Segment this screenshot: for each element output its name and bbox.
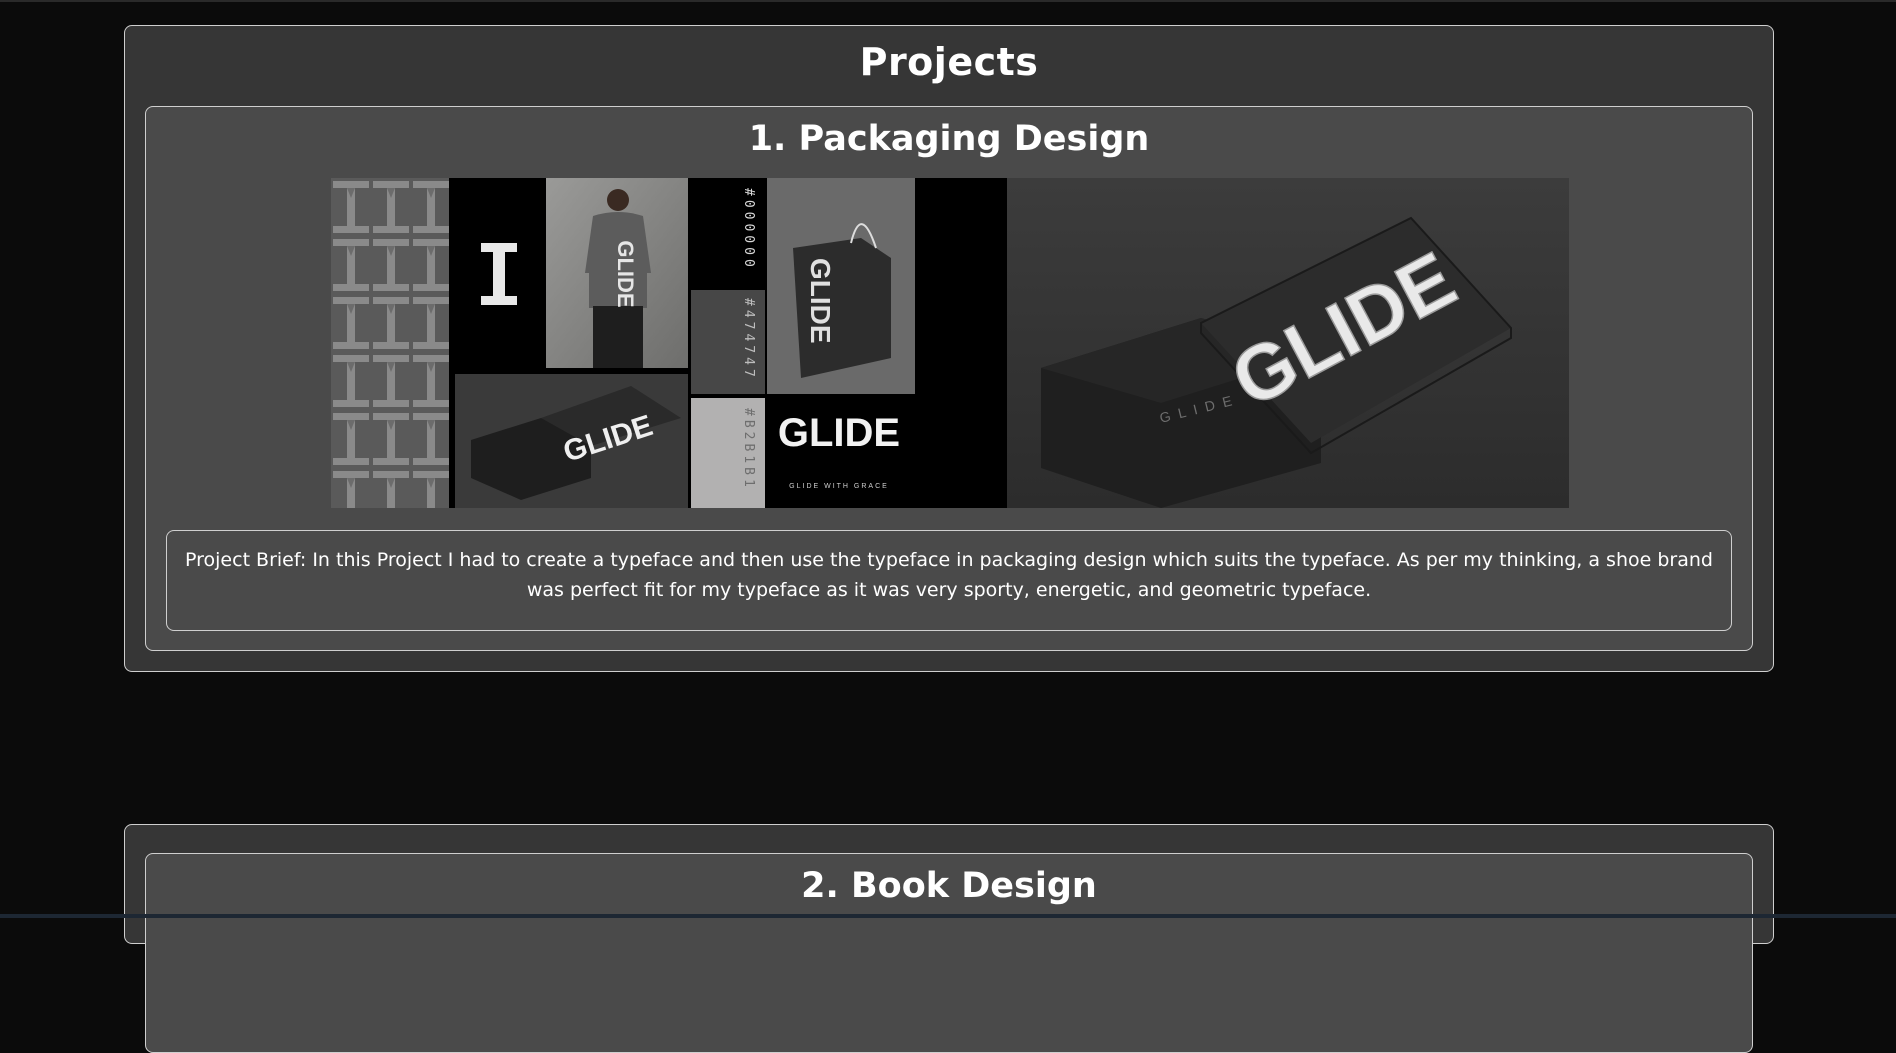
projects-section-2: 2. Book Design [124, 824, 1774, 1053]
window-bottom-edge [0, 914, 1896, 918]
project-card-packaging: 1. Packaging Design GLIDE #000000 #47474… [145, 106, 1753, 651]
projects-section: Projects 1. Packaging Design GLIDE #0000… [124, 25, 1774, 672]
color-swatches: #000000 #474747 #B2B1B1 [741, 188, 756, 491]
project-image-gallery: GLIDE #000000 #474747 #B2B1B1 GLIDE GLID… [331, 178, 1569, 508]
pattern-strip [331, 178, 449, 508]
svg-text:GLIDE: GLIDE [805, 258, 836, 344]
shopping-bag-photo: GLIDE [793, 223, 891, 378]
packaging-collage: GLIDE #000000 #474747 #B2B1B1 GLIDE GLID… [331, 178, 1569, 508]
brand-logo: GLIDE [778, 411, 900, 455]
model-photo: GLIDE [585, 189, 651, 368]
project-brief: Project Brief: In this Project I had to … [166, 530, 1732, 631]
project-title: 1. Packaging Design [748, 119, 1150, 159]
project-card-book: 2. Book Design [145, 853, 1753, 1053]
project-title: 2. Book Design [801, 866, 1097, 906]
svg-text:#B2B1B1: #B2B1B1 [741, 408, 756, 491]
svg-text:GLIDE: GLIDE [613, 240, 638, 307]
page-title: Projects [859, 40, 1039, 84]
svg-text:#000000: #000000 [741, 188, 756, 271]
brand-tagline: GLIDE WITH GRACE [789, 483, 889, 490]
svg-text:#474747: #474747 [741, 298, 756, 381]
